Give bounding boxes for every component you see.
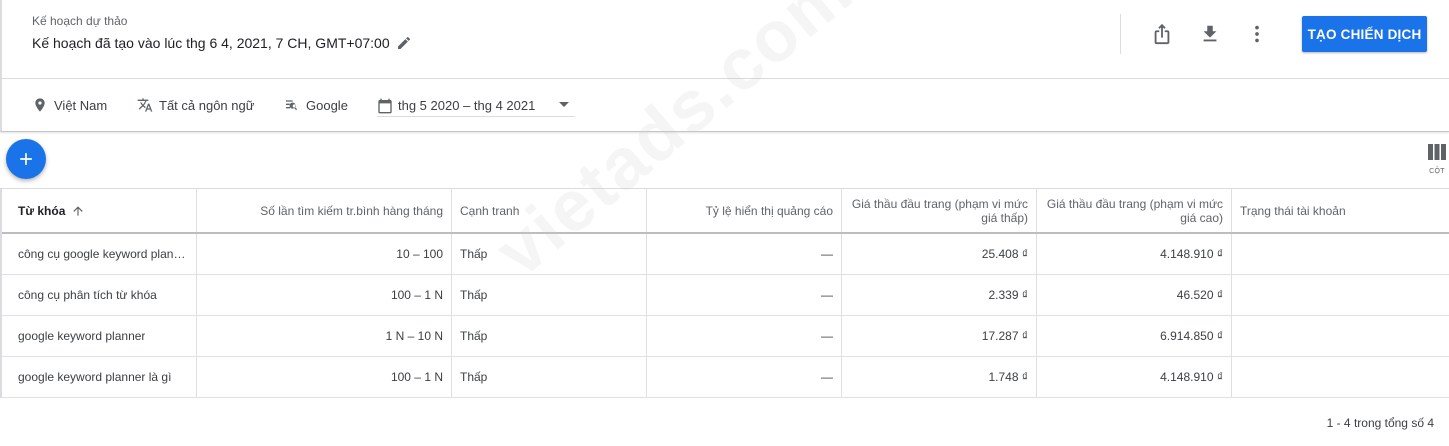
account-status-cell — [1232, 275, 1449, 315]
date-range-label: thg 5 2020 – thg 4 2021 — [398, 98, 536, 113]
account-status-cell — [1232, 234, 1449, 274]
keyword-text: google keyword planner — [18, 329, 146, 343]
search-list-icon — [286, 100, 298, 111]
account-status-cell — [1232, 357, 1449, 397]
bid-low-cell: 1.748 ₫ — [842, 357, 1037, 397]
translate-icon — [137, 98, 153, 112]
keyword-table: Từ khóa Số lần tìm kiếm tr.bình hàng thá… — [0, 188, 1449, 398]
plan-title[interactable]: Kế hoạch đã tạo vào lúc thg 6 4, 2021, 7… — [32, 35, 412, 51]
add-keyword-button[interactable] — [6, 139, 46, 179]
table-row[interactable]: google keyword planner 1 N – 10 N Thấp —… — [2, 316, 1449, 357]
columns-icon — [1428, 144, 1446, 160]
table-row[interactable]: công cụ phân tích từ khóa 100 – 1 N Thấp… — [2, 275, 1449, 316]
arrow-up-icon[interactable] — [71, 204, 85, 218]
impression-share-cell: — — [647, 234, 842, 274]
create-campaign-button[interactable]: TẠO CHIẾN DỊCH — [1302, 16, 1427, 52]
column-header-bid-low[interactable]: Giá thầu đầu trang (phạm vi mức giá thấp… — [842, 189, 1037, 232]
impression-share-cell: — — [647, 357, 842, 397]
bid-high-cell: 4.148.910 ₫ — [1037, 234, 1232, 274]
columns-label: CỘT — [1429, 168, 1445, 175]
avg-searches-cell: 100 – 1 N — [197, 275, 452, 315]
chevron-down-icon[interactable] — [559, 102, 569, 107]
column-header-avg-searches[interactable]: Số lần tìm kiếm tr.bình hàng tháng — [197, 189, 452, 232]
location-filter-label: Việt Nam — [54, 97, 108, 113]
header-divider — [1120, 14, 1121, 54]
keyword-cell: công cụ google keyword planner — [2, 234, 197, 274]
column-header-keyword[interactable]: Từ khóa — [2, 189, 197, 232]
share-icon[interactable] — [1150, 22, 1174, 46]
more-vert-icon[interactable] — [1245, 22, 1269, 46]
plan-header: Kế hoạch dự thảo Kế hoạch đã tạo vào lúc… — [0, 0, 1449, 79]
bid-high-cell: 4.148.910 ₫ — [1037, 357, 1232, 397]
bid-high-cell: 6.914.850 ₫ — [1037, 316, 1232, 356]
keyword-cell: công cụ phân tích từ khóa — [2, 275, 197, 315]
plus-icon — [20, 153, 32, 165]
columns-button[interactable]: CỘT — [1424, 144, 1449, 175]
bid-low-cell: 25.408 ₫ — [842, 234, 1037, 274]
competition-cell: Thấp — [452, 357, 647, 397]
pagination-summary: 1 - 4 trong tổng số 4 — [1326, 416, 1434, 430]
location-pin-icon — [35, 98, 45, 112]
competition-cell: Thấp — [452, 275, 647, 315]
column-header-competition[interactable]: Cạnh tranh — [452, 189, 647, 232]
competition-cell: Thấp — [452, 234, 647, 274]
competition-cell: Thấp — [452, 316, 647, 356]
language-filter[interactable]: Tất cả ngôn ngữ — [137, 97, 254, 113]
bid-high-cell: 46.520 ₫ — [1037, 275, 1232, 315]
plan-title-text: Kế hoạch đã tạo vào lúc thg 6 4, 2021, 7… — [32, 35, 390, 51]
calendar-icon — [378, 98, 392, 113]
table-row[interactable]: công cụ google keyword planner 10 – 100 … — [2, 234, 1449, 275]
location-filter[interactable]: Việt Nam — [32, 97, 107, 113]
impression-share-cell: — — [647, 275, 842, 315]
avg-searches-cell: 100 – 1 N — [197, 357, 452, 397]
keyword-text: công cụ phân tích từ khóa — [18, 288, 157, 302]
download-icon[interactable] — [1198, 22, 1222, 46]
column-header-account-status[interactable]: Trạng thái tài khoản — [1232, 189, 1449, 232]
language-filter-label: Tất cả ngôn ngữ — [159, 97, 255, 113]
keyword-cell: google keyword planner là gì — [2, 357, 197, 397]
keyword-text: công cụ google keyword planner — [18, 247, 188, 261]
bid-low-cell: 2.339 ₫ — [842, 275, 1037, 315]
avg-searches-cell: 10 – 100 — [197, 234, 452, 274]
keyword-cell: google keyword planner — [2, 316, 197, 356]
filter-bar: Việt Nam Tất cả ngôn ngữ Google thg 5 20… — [0, 79, 1449, 132]
table-header-row: Từ khóa Số lần tìm kiếm tr.bình hàng thá… — [2, 188, 1449, 234]
column-header-bid-high[interactable]: Giá thầu đầu trang (phạm vi mức giá cao) — [1037, 189, 1232, 232]
column-header-keyword-label: Từ khóa — [18, 203, 66, 218]
date-range-filter[interactable]: thg 5 2020 – thg 4 2021 — [377, 95, 575, 117]
avg-searches-cell: 1 N – 10 N — [197, 316, 452, 356]
table-row[interactable]: google keyword planner là gì 100 – 1 N T… — [2, 357, 1449, 398]
impression-share-cell: — — [647, 316, 842, 356]
bid-low-cell: 17.287 ₫ — [842, 316, 1037, 356]
network-filter[interactable]: Google — [284, 97, 348, 113]
column-header-impression-share[interactable]: Tỷ lệ hiển thị quảng cáo — [647, 189, 842, 232]
network-filter-label: Google — [306, 97, 348, 113]
keyword-text: google keyword planner là gì — [18, 370, 172, 384]
account-status-cell — [1232, 316, 1449, 356]
edit-pencil-icon[interactable] — [396, 35, 412, 51]
plan-label: Kế hoạch dự thảo — [32, 14, 128, 28]
